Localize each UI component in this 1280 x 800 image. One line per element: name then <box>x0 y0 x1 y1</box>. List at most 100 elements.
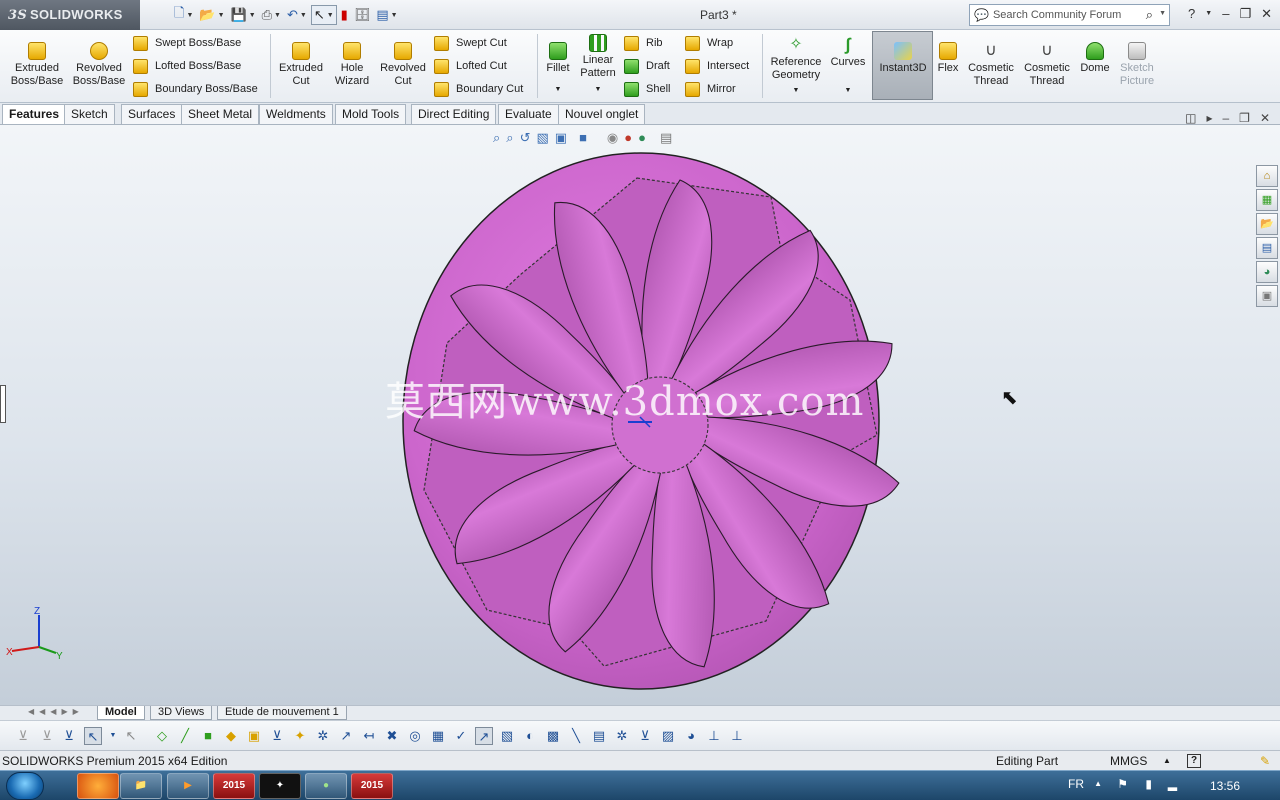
tile-icon[interactable]: ◫ <box>1185 111 1196 125</box>
restore-icon[interactable]: ❐ <box>1239 6 1251 22</box>
select-dropdown-icon[interactable]: ▼ <box>104 727 122 745</box>
tab-motion-study[interactable]: Etude de mouvement 1 <box>217 706 347 720</box>
boundary-cut-button[interactable]: Boundary Cut <box>434 80 523 98</box>
tab-weldments[interactable]: Weldments <box>259 104 333 124</box>
curves-dropdown-icon[interactable]: ▼ <box>828 84 868 97</box>
fillet-dropdown-icon[interactable]: ▼ <box>540 83 576 96</box>
filter-planes-icon[interactable]: ◕ <box>682 727 700 745</box>
filter-notes-icon[interactable]: ✖ <box>383 727 401 745</box>
tab-scroll-arrows[interactable]: ◀◀◀▶▶ <box>28 707 84 716</box>
tray-expand-icon[interactable]: ▲ <box>1094 779 1102 788</box>
file-explorer-icon[interactable]: 📂 <box>1256 213 1278 235</box>
filter-sketch-points-icon[interactable]: ✲ <box>314 727 332 745</box>
fillet-button[interactable]: Fillet ▼ <box>540 42 576 96</box>
media-player-taskbar-icon[interactable]: ▶ <box>167 773 209 799</box>
filter-datum-icon[interactable]: ▦ <box>429 727 447 745</box>
filter-geometric-tolerance-icon[interactable]: ◐ <box>521 727 539 745</box>
filter-datum-targets-icon[interactable]: ▩ <box>544 727 562 745</box>
draft-button[interactable]: Draft <box>624 57 670 75</box>
filter-edges-icon[interactable]: ╱ <box>176 727 194 745</box>
cosmetic-thread-button-2[interactable]: ∪ Cosmetic Thread <box>1019 42 1075 88</box>
filter-coordinates-icon[interactable]: ⊥ <box>728 727 746 745</box>
search-icon[interactable]: ⌕ <box>1146 7 1153 23</box>
reference-geometry-button[interactable]: ✧ Reference Geometry ▼ <box>766 36 826 97</box>
utorrent-taskbar-icon[interactable]: ● <box>305 773 347 799</box>
sketch-picture-button[interactable]: Sketch Picture <box>1113 42 1161 88</box>
filter-vertices-icon[interactable]: ◇ <box>153 727 171 745</box>
action-center-flag-icon[interactable]: ⚑ <box>1117 777 1128 791</box>
filter-faces-icon[interactable]: ■ <box>199 727 217 745</box>
tab-mold-tools[interactable]: Mold Tools <box>335 104 407 124</box>
instant3d-button[interactable]: Instant3D <box>874 42 932 75</box>
undo-icon[interactable]: ↶ ▼ <box>285 5 309 25</box>
lofted-boss-button[interactable]: Lofted Boss/Base <box>133 57 241 75</box>
select-arrow-icon[interactable]: ↖ ▼ <box>310 5 337 25</box>
pattern-dropdown-icon[interactable]: ▼ <box>578 83 618 96</box>
filter-midpoints-icon[interactable]: ✲ <box>613 727 631 745</box>
filter-origin-icon[interactable]: ⊥ <box>705 727 723 745</box>
wrap-button[interactable]: Wrap <box>685 34 733 52</box>
filter-toggle-icon[interactable]: ⊻ <box>38 727 56 745</box>
tab-model[interactable]: Model <box>97 706 145 720</box>
hole-wizard-button[interactable]: Hole Wizard <box>328 42 376 88</box>
filter-bodies-icon[interactable]: ▣ <box>245 727 263 745</box>
save-icon[interactable]: 💾 ▼ <box>229 5 258 25</box>
revolved-boss-button[interactable]: Revolved Boss/Base <box>70 42 128 88</box>
filter-features-icon[interactable]: ◆ <box>222 727 240 745</box>
tab-evaluate[interactable]: Evaluate <box>498 104 559 124</box>
solidworks-taskbar-icon[interactable]: 2015 <box>213 773 255 799</box>
shell-button[interactable]: Shell <box>624 80 670 98</box>
filter-blocks-icon[interactable]: ▤ <box>590 727 608 745</box>
filter-welds-icon[interactable]: ✓ <box>452 727 470 745</box>
solidworks-resources-icon[interactable]: ⌂ <box>1256 165 1278 187</box>
curves-button[interactable]: ∫ Curves ▼ <box>828 36 868 97</box>
network-signal-icon[interactable]: ▂ <box>1168 777 1177 791</box>
dome-button[interactable]: Dome <box>1077 42 1113 75</box>
firefox-taskbar-icon[interactable] <box>77 773 119 799</box>
tab-sketch[interactable]: Sketch <box>64 104 115 124</box>
rebuild-status-icon[interactable]: ✎ <box>1260 751 1270 771</box>
linear-pattern-button[interactable]: Linear Pattern ▼ <box>578 34 618 96</box>
search-dropdown-icon[interactable]: ▼ <box>1159 10 1166 17</box>
filter-axes-icon[interactable]: ⊻ <box>268 727 286 745</box>
extruded-boss-button[interactable]: Extruded Boss/Base <box>8 42 66 88</box>
select-tool-icon[interactable]: ↖ <box>84 727 102 745</box>
mirror-button[interactable]: Mirror <box>685 80 736 98</box>
quick-tips-button[interactable]: ? <box>1187 754 1201 768</box>
solidworks-logo[interactable]: 3S SOLIDWORKS <box>0 0 140 30</box>
boundary-boss-button[interactable]: Boundary Boss/Base <box>133 80 258 98</box>
appearances-scenes-icon[interactable]: ◕ <box>1256 261 1278 283</box>
view-palette-icon[interactable]: ▤ <box>1256 237 1278 259</box>
close-icon[interactable]: ✕ <box>1261 6 1272 22</box>
custom-properties-icon[interactable]: ▣ <box>1256 285 1278 307</box>
filter-icon[interactable]: ⊻ <box>14 727 32 745</box>
tab-3d-views[interactable]: 3D Views <box>150 706 213 720</box>
clear-filters-icon[interactable]: ⊻ <box>60 727 78 745</box>
clock[interactable]: 13:56 <box>1210 779 1240 793</box>
help-dropdown-icon[interactable]: ▼ <box>1205 6 1212 22</box>
graphics-area[interactable]: ⌕ ⌕ ↺ ▧ ▣ ■ ◉ ● ● ▤ ◫ ▸ – ❐ ✕ 莫西网www.3dm… <box>0 111 1280 705</box>
filter-active-icon[interactable]: ↗ <box>475 727 493 745</box>
search-community-forum[interactable]: 💬 Search Community Forum ⌕ ▼ <box>969 4 1170 26</box>
revolved-cut-button[interactable]: Revolved Cut <box>377 42 429 88</box>
magnetic-icon[interactable]: ↖ <box>122 727 140 745</box>
open-folder-icon[interactable]: 📂 ▼ <box>197 5 226 25</box>
swept-boss-button[interactable]: Swept Boss/Base <box>133 34 241 52</box>
design-library-icon[interactable]: ▦ <box>1256 189 1278 211</box>
lofted-cut-button[interactable]: Lofted Cut <box>434 57 507 75</box>
options-icon[interactable]: ▤ ▼ <box>374 5 399 25</box>
intersect-button[interactable]: Intersect <box>685 57 749 75</box>
filter-annotations-icon[interactable]: ◎ <box>406 727 424 745</box>
filter-sketch-segments-icon[interactable]: ↗ <box>337 727 355 745</box>
extruded-cut-button[interactable]: Extruded Cut <box>274 42 328 88</box>
tab-direct-editing[interactable]: Direct Editing <box>411 104 497 124</box>
tab-sheet-metal[interactable]: Sheet Metal <box>181 104 260 124</box>
filter-cosmetic-thread-icon[interactable]: ╲ <box>567 727 585 745</box>
swept-cut-button[interactable]: Swept Cut <box>434 34 507 52</box>
print-icon[interactable]: ⎙ ▼ <box>260 5 283 25</box>
tile-right-icon[interactable]: ▸ <box>1206 111 1212 125</box>
search-input[interactable]: Search Community Forum <box>993 9 1121 21</box>
tab-features[interactable]: Features <box>2 104 67 124</box>
viewport-minimize-icon[interactable]: – <box>1222 111 1229 125</box>
feature-manager-collapse-handle[interactable] <box>0 385 6 423</box>
